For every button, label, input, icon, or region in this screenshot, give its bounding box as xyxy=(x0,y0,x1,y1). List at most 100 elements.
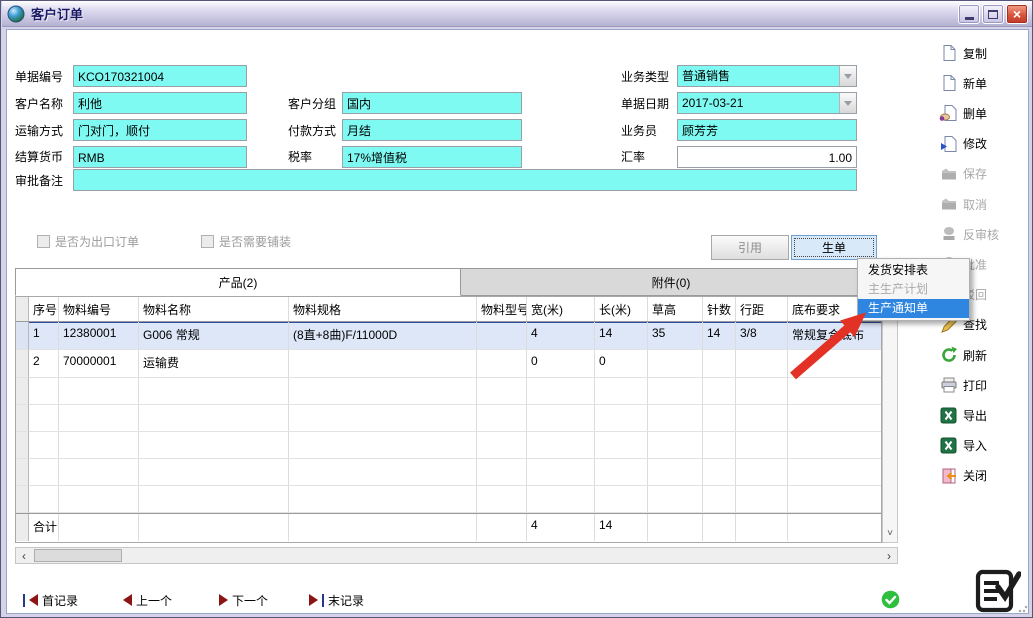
table-total-row[interactable]: 合计414 xyxy=(16,513,882,541)
table-cell[interactable] xyxy=(703,350,736,378)
table-cell[interactable]: 1 xyxy=(29,322,59,350)
toolbar-button-doc-copy[interactable]: 复制 xyxy=(939,41,1025,65)
nav-previous-record[interactable]: 上一个 xyxy=(123,591,172,609)
table-cell[interactable] xyxy=(595,459,648,486)
table-cell[interactable] xyxy=(736,459,788,486)
table-cell[interactable] xyxy=(59,486,139,513)
table-cell[interactable] xyxy=(527,486,595,513)
tab-attachment[interactable]: 附件(0) xyxy=(460,268,882,296)
table-cell[interactable] xyxy=(788,486,882,513)
table-cell[interactable] xyxy=(595,486,648,513)
table-cell[interactable] xyxy=(477,405,527,432)
table-cell[interactable] xyxy=(59,378,139,405)
currency-field[interactable]: RMB xyxy=(73,146,247,168)
table-empty-row[interactable] xyxy=(16,486,882,513)
row-selector-cell[interactable] xyxy=(16,459,29,486)
table-cell[interactable] xyxy=(788,350,882,378)
table-cell[interactable] xyxy=(29,486,59,513)
table-cell[interactable]: 3/8 xyxy=(736,322,788,350)
table-cell[interactable]: 35 xyxy=(648,322,703,350)
scroll-right-icon[interactable]: › xyxy=(881,548,897,563)
table-cell[interactable] xyxy=(289,486,477,513)
maximize-button[interactable] xyxy=(982,4,1004,24)
table-cell[interactable]: 14 xyxy=(703,322,736,350)
table-cell[interactable] xyxy=(703,486,736,513)
row-selector-cell[interactable] xyxy=(16,322,29,350)
approve-note-field[interactable] xyxy=(73,169,857,191)
table-cell[interactable] xyxy=(477,432,527,459)
menu-item-shipping-schedule[interactable]: 发货安排表 xyxy=(858,261,969,280)
table-cell[interactable] xyxy=(788,459,882,486)
exchange-rate-field[interactable]: 1.00 xyxy=(677,146,857,168)
table-cell[interactable] xyxy=(29,405,59,432)
nav-first-record[interactable]: 首记录 xyxy=(23,591,78,609)
doc-no-field[interactable]: KCO170321004 xyxy=(73,65,247,87)
table-cell[interactable]: 合计 xyxy=(29,514,59,541)
tax-rate-field[interactable]: 17%增值税 xyxy=(342,146,522,168)
table-cell[interactable] xyxy=(736,350,788,378)
transport-field[interactable]: 门对门，顺付 xyxy=(73,119,247,141)
table-cell[interactable] xyxy=(736,378,788,405)
table-vertical-scrollbar[interactable]: ˄ ˅ xyxy=(882,296,898,543)
table-cell[interactable] xyxy=(648,459,703,486)
table-cell[interactable] xyxy=(595,378,648,405)
toolbar-button-doc-delete[interactable]: 删单 xyxy=(939,101,1025,125)
generate-button[interactable]: 生单 xyxy=(791,235,877,260)
toolbar-button-excel-import[interactable]: 导入 xyxy=(939,434,1025,458)
scrollbar-thumb[interactable] xyxy=(34,549,122,562)
table-cell[interactable] xyxy=(139,486,289,513)
table-cell[interactable] xyxy=(59,432,139,459)
salesman-field[interactable]: 顾芳芳 xyxy=(677,119,857,141)
table-cell[interactable]: 常规复合底布 xyxy=(788,322,882,350)
table-cell[interactable] xyxy=(139,378,289,405)
menu-item-production-notice[interactable]: 生产通知单 xyxy=(858,299,969,318)
table-header-cell[interactable]: 针数 xyxy=(703,297,736,321)
table-cell[interactable] xyxy=(29,432,59,459)
toolbar-button-print[interactable]: 打印 xyxy=(939,373,1025,397)
table-cell[interactable] xyxy=(477,350,527,378)
row-selector-cell[interactable] xyxy=(16,297,29,321)
table-cell[interactable] xyxy=(289,378,477,405)
table-cell[interactable] xyxy=(289,350,477,378)
table-cell[interactable]: 运输费 xyxy=(139,350,289,378)
row-selector-cell[interactable] xyxy=(16,405,29,432)
toolbar-button-excel-export[interactable]: 导出 xyxy=(939,403,1025,427)
toolbar-button-close-doc[interactable]: 关闭 xyxy=(939,464,1025,488)
table-cell[interactable]: 14 xyxy=(595,322,648,350)
doc-date-select[interactable]: 2017-03-21 xyxy=(677,92,857,114)
table-header-cell[interactable]: 物料编号 xyxy=(59,297,139,321)
table-cell[interactable]: 4 xyxy=(527,322,595,350)
table-cell[interactable] xyxy=(29,459,59,486)
table-header-cell[interactable]: 物料名称 xyxy=(139,297,289,321)
table-cell[interactable] xyxy=(703,378,736,405)
table-header-cell[interactable]: 序号 xyxy=(29,297,59,321)
customer-group-field[interactable]: 国内 xyxy=(342,92,522,114)
table-cell[interactable] xyxy=(595,405,648,432)
table-cell[interactable] xyxy=(648,432,703,459)
table-cell[interactable]: 12380001 xyxy=(59,322,139,350)
table-cell[interactable] xyxy=(648,350,703,378)
table-cell[interactable] xyxy=(595,432,648,459)
row-selector-cell[interactable] xyxy=(16,378,29,405)
table-cell[interactable] xyxy=(736,405,788,432)
table-cell[interactable] xyxy=(139,459,289,486)
table-cell[interactable] xyxy=(139,432,289,459)
table-cell[interactable]: 70000001 xyxy=(59,350,139,378)
quote-button[interactable]: 引用 xyxy=(711,235,789,260)
toolbar-button-doc-new[interactable]: 新单 xyxy=(939,71,1025,95)
toolbar-button-refresh[interactable]: 刷新 xyxy=(939,343,1025,367)
table-cell[interactable] xyxy=(477,514,527,541)
table-row[interactable]: 270000001运输费00 xyxy=(16,350,882,378)
table-cell[interactable] xyxy=(289,432,477,459)
table-cell[interactable]: 0 xyxy=(595,350,648,378)
table-cell[interactable] xyxy=(527,432,595,459)
table-cell[interactable] xyxy=(788,405,882,432)
table-cell[interactable] xyxy=(703,459,736,486)
table-cell[interactable] xyxy=(788,432,882,459)
table-cell[interactable] xyxy=(59,459,139,486)
table-empty-row[interactable] xyxy=(16,432,882,459)
row-selector-cell[interactable] xyxy=(16,486,29,513)
table-row[interactable]: 112380001G006 常规(8直+8曲)F/11000D41435143/… xyxy=(16,322,882,350)
table-cell[interactable] xyxy=(788,378,882,405)
table-cell[interactable] xyxy=(477,459,527,486)
